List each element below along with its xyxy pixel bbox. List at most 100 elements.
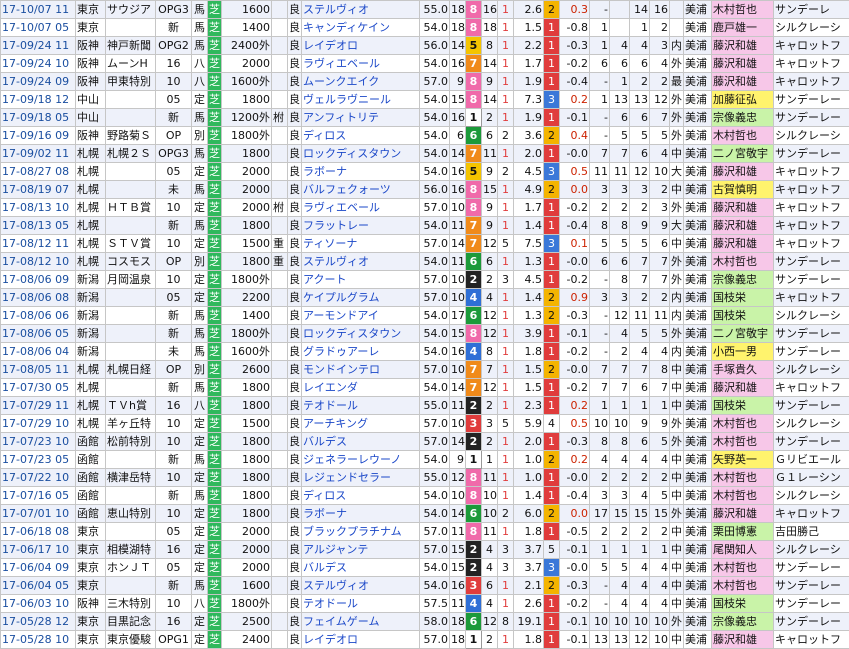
horse-name[interactable]: バルデス xyxy=(302,433,420,451)
corner1: 7 xyxy=(590,379,610,397)
table-row[interactable]: 17-08/06 09新潟月岡温泉10定芝1800外良アクート57.010223… xyxy=(1,271,849,289)
table-row[interactable]: 17-06/17 10東京相模湖特16定芝2000良アルジャンテ57.01524… xyxy=(1,541,849,559)
table-row[interactable]: 17-06/03 10阪神三木特別10八芝1800外良テオドール57.51144… xyxy=(1,595,849,613)
surface: 芝 xyxy=(208,397,222,415)
horse-name[interactable]: ステルヴィオ xyxy=(302,577,420,595)
horse-name[interactable]: ラボーナ xyxy=(302,163,420,181)
table-row[interactable]: 17-09/18 12中山05定芝1800良ヴェルラヴニール54.0158141… xyxy=(1,91,849,109)
horse-name[interactable]: モンドインテロ xyxy=(302,361,420,379)
horse-name[interactable]: ラボーナ xyxy=(302,505,420,523)
table-row[interactable]: 17-07/29 10札幌羊ヶ丘特10定芝1500良アーチキング57.01033… xyxy=(1,415,849,433)
horse-name[interactable]: ケイプルグラム xyxy=(302,289,420,307)
horse-name[interactable]: ブラックプラチナム xyxy=(302,523,420,541)
finish: 3 xyxy=(544,559,560,577)
table-row[interactable]: 17-07/23 10函館松前特別10定芝1800良バルデス57.0142212… xyxy=(1,433,849,451)
table-row[interactable]: 17-09/18 05中山新馬芝1200外柎良アンフィトリテ54.0161211… xyxy=(1,109,849,127)
finish: 2 xyxy=(544,289,560,307)
table-row[interactable]: 17-09/16 09阪神野路菊ＳOP別芝1800外良ディロス54.066623… xyxy=(1,127,849,145)
table-row[interactable]: 17-05/28 12東京目黒記念16定芝2500良フェイムゲーム58.0186… xyxy=(1,613,849,631)
table-row[interactable]: 17-08/27 08札幌05定芝2000良ラボーナ54.0165924.530… xyxy=(1,163,849,181)
race-class: 新 xyxy=(156,109,192,127)
corner1: 2 xyxy=(590,469,610,487)
horse-name[interactable]: フラットレー xyxy=(302,217,420,235)
horse-number: 4 xyxy=(482,595,498,613)
horse-name[interactable]: ロックディスタウン xyxy=(302,325,420,343)
table-row[interactable]: 17-08/19 07札幌未馬芝2000良バルフェクォーツ56.01681514… xyxy=(1,181,849,199)
horse-name[interactable]: ディロス xyxy=(302,127,420,145)
table-row[interactable]: 17-07/22 10函館横津岳特10定芝1800良レジェンドセラー55.012… xyxy=(1,469,849,487)
table-row[interactable]: 17-08/13 05札幌新馬芝1800良フラットレー54.0117911.41… xyxy=(1,217,849,235)
horse-number: 9 xyxy=(482,217,498,235)
table-row[interactable]: 17-09/24 11阪神神戸新聞OPG2馬芝2400外良レイデオロ56.014… xyxy=(1,37,849,55)
horse-name[interactable]: ヴェルラヴニール xyxy=(302,91,420,109)
race-date: 17-08/13 10 xyxy=(1,199,76,217)
table-row[interactable]: 17-07/29 11札幌ＴＶh賞16八芝1800良テオドール55.011221… xyxy=(1,397,849,415)
weight: 54.0 xyxy=(420,559,450,577)
horse-name[interactable]: ラヴィエベール xyxy=(302,199,420,217)
horse-name[interactable]: ディロス xyxy=(302,487,420,505)
horse-name[interactable]: テオドール xyxy=(302,595,420,613)
table-row[interactable]: 17-08/06 05新潟新馬芝1800外良ロックディスタウン54.015812… xyxy=(1,325,849,343)
horse-name[interactable]: アクート xyxy=(302,271,420,289)
corner4: 3 xyxy=(650,37,670,55)
horse-name[interactable]: ラヴィエベール xyxy=(302,55,420,73)
table-row[interactable]: 17-09/24 10阪神ムーンH16八芝2000良ラヴィエベール54.0167… xyxy=(1,55,849,73)
table-row[interactable]: 17-06/04 05東京新馬芝1600良ステルヴィオ54.0163612.12… xyxy=(1,577,849,595)
horse-name[interactable]: ジェネラーレウーノ xyxy=(302,451,420,469)
horse-name[interactable]: ムーンクエイク xyxy=(302,73,420,91)
table-row[interactable]: 17-07/16 05函館新馬芝1800良ディロス54.01081011.41-… xyxy=(1,487,849,505)
horse-name[interactable]: アルジャンテ xyxy=(302,541,420,559)
distance: 2000 xyxy=(222,559,272,577)
table-row[interactable]: 17-08/05 11札幌札幌日経OP別芝2600良モンドインテロ57.0107… xyxy=(1,361,849,379)
table-row[interactable]: 17-08/06 04新潟未馬芝1600外良グラドゥアーレ54.0164811.… xyxy=(1,343,849,361)
corner3: 9 xyxy=(630,415,650,433)
horse-name[interactable]: グラドゥアーレ xyxy=(302,343,420,361)
popularity: 1 xyxy=(498,343,514,361)
table-row[interactable]: 17-08/12 10札幌コスモスOP別芝1800重良ステルヴィオ54.0116… xyxy=(1,253,849,271)
owner: サンデーレ xyxy=(774,1,849,19)
race-name xyxy=(106,181,156,199)
table-row[interactable]: 17-07/30 05札幌新馬芝1800良レイエンダ54.01471211.51… xyxy=(1,379,849,397)
table-row[interactable]: 17-06/04 09東京ホンＪＴ05定芝2000良バルデス54.0152433… xyxy=(1,559,849,577)
table-row[interactable]: 17-07/23 05函館新馬芝1800良ジェネラーレウーノ54.091111.… xyxy=(1,451,849,469)
horse-name[interactable]: レイエンダ xyxy=(302,379,420,397)
table-row[interactable]: 17-07/01 10函館恵山特別10定芝1800良ラボーナ54.0146102… xyxy=(1,505,849,523)
horse-name[interactable]: バルデス xyxy=(302,559,420,577)
table-row[interactable]: 17-08/06 08新潟05定芝2200良ケイプルグラム57.0104411.… xyxy=(1,289,849,307)
horse-name[interactable]: レイデオロ xyxy=(302,37,420,55)
table-row[interactable]: 17-08/06 06新潟新馬芝1400良アーモンドアイ54.01761211.… xyxy=(1,307,849,325)
horse-name[interactable]: ティソーナ xyxy=(302,235,420,253)
horse-name[interactable]: レジェンドセラー xyxy=(302,469,420,487)
position: 外 xyxy=(670,613,684,631)
horse-name[interactable]: アーチキング xyxy=(302,415,420,433)
going: 良 xyxy=(288,379,302,397)
table-row[interactable]: 17-08/13 10札幌ＨＴＢ賞10定芝2000柎良ラヴィエベール57.010… xyxy=(1,199,849,217)
weight: 55.0 xyxy=(420,1,450,19)
horse-name[interactable]: フェイムゲーム xyxy=(302,613,420,631)
table-row[interactable]: 17-08/12 11札幌ＳＴＶ賞10定芝1500重良ティソーナ57.01471… xyxy=(1,235,849,253)
stable-region: 美浦 xyxy=(684,469,712,487)
horse-name[interactable]: キャンディケイン xyxy=(302,19,420,37)
corner1: 7 xyxy=(590,361,610,379)
horse-name[interactable]: アーモンドアイ xyxy=(302,307,420,325)
horse-name[interactable]: テオドール xyxy=(302,397,420,415)
corner2: 15 xyxy=(610,505,630,523)
table-row[interactable]: 17-10/07 11東京サウジアOPG3馬芝1600良ステルヴィオ55.018… xyxy=(1,1,849,19)
horse-name[interactable]: アンフィトリテ xyxy=(302,109,420,127)
race-name: コスモス xyxy=(106,253,156,271)
table-row[interactable]: 17-09/02 11札幌札幌２ＳOPG3馬芝1800良ロックディスタウン54.… xyxy=(1,145,849,163)
table-row[interactable]: 17-06/18 08東京05定芝2000良ブラックプラチナム57.011811… xyxy=(1,523,849,541)
horse-name[interactable]: バルフェクォーツ xyxy=(302,181,420,199)
popularity: 1 xyxy=(498,199,514,217)
horse-name[interactable]: ロックディスタウン xyxy=(302,145,420,163)
table-row[interactable]: 17-10/07 05東京新馬芝1400良キャンディケイン54.01881811… xyxy=(1,19,849,37)
stable-region: 美浦 xyxy=(684,199,712,217)
table-row[interactable]: 17-09/24 09阪神甲東特別10八芝1600外良ムーンクエイク57.098… xyxy=(1,73,849,91)
track-name: 阪神 xyxy=(76,73,106,91)
surface: 芝 xyxy=(208,595,222,613)
weight: 57.0 xyxy=(420,73,450,91)
horse-name[interactable]: ステルヴィオ xyxy=(302,1,420,19)
finish: 1 xyxy=(544,253,560,271)
track-name: 中山 xyxy=(76,91,106,109)
horse-name[interactable]: ステルヴィオ xyxy=(302,253,420,271)
